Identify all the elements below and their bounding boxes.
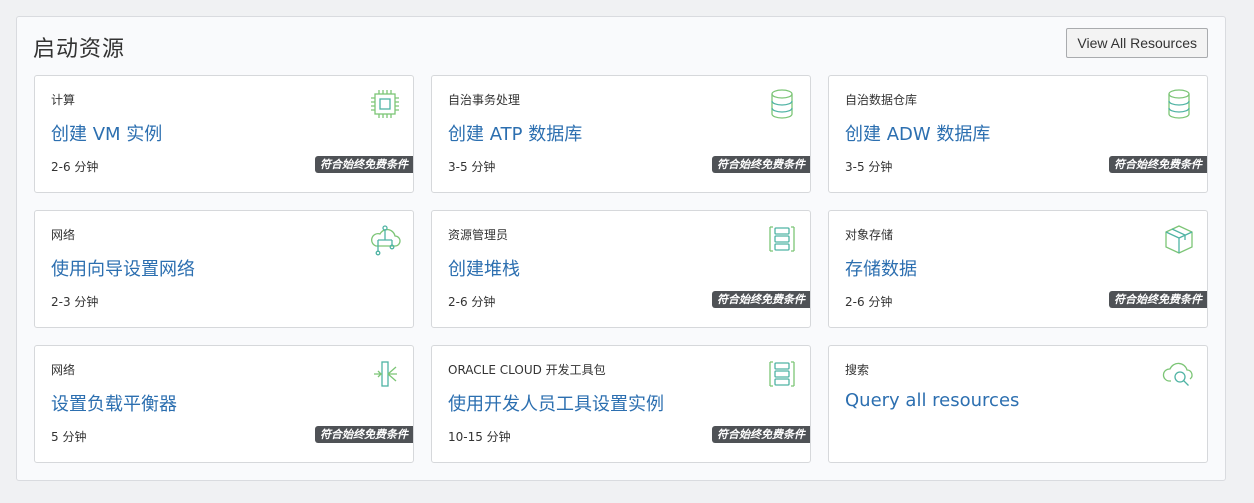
card-time: 5 分钟 xyxy=(51,430,87,444)
card-title-link[interactable]: 设置负载平衡器 xyxy=(51,390,177,416)
card-time: 2-3 分钟 xyxy=(51,295,99,309)
always-free-badge: 符合始终免费条件 xyxy=(315,426,413,443)
card-setup-network-wizard[interactable]: 网络 使用向导设置网络 2-3 分钟 xyxy=(34,210,414,328)
card-create-vm-instance[interactable]: 计算 创建 VM 实例 2-6 分钟 符合始终免费条件 xyxy=(34,75,414,193)
always-free-badge: 符合始终免费条件 xyxy=(712,426,810,443)
network-cloud-icon xyxy=(368,222,402,256)
card-category: 自治事务处理 xyxy=(448,93,521,107)
card-create-atp-database[interactable]: 自治事务处理 创建 ATP 数据库 3-5 分钟 符合始终免费条件 xyxy=(431,75,811,193)
always-free-badge: 符合始终免费条件 xyxy=(315,156,413,173)
view-all-resources-button[interactable]: View All Resources xyxy=(1066,28,1208,58)
card-category: 计算 xyxy=(51,93,76,107)
database-icon xyxy=(1162,87,1196,121)
box-icon xyxy=(1162,222,1196,256)
card-title-link[interactable]: 创建 ATP 数据库 xyxy=(448,120,582,146)
card-category: ORACLE CLOUD 开发工具包 xyxy=(448,363,606,377)
launch-resources-panel: 启动资源 View All Resources 计算 创建 VM 实例 2-6 … xyxy=(16,16,1226,481)
card-title-link[interactable]: 创建 ADW 数据库 xyxy=(845,120,990,146)
panel-title: 启动资源 xyxy=(33,37,126,62)
card-time: 3-5 分钟 xyxy=(448,160,496,174)
card-time: 2-6 分钟 xyxy=(448,295,496,309)
card-create-stack[interactable]: 资源管理员 创建堆栈 2-6 分钟 符合始终免费条件 xyxy=(431,210,811,328)
card-time: 3-5 分钟 xyxy=(845,160,893,174)
database-icon xyxy=(765,87,799,121)
always-free-badge: 符合始终免费条件 xyxy=(1109,291,1207,308)
card-category: 对象存储 xyxy=(845,228,894,242)
card-time: 2-6 分钟 xyxy=(845,295,893,309)
load-balancer-icon xyxy=(368,357,402,391)
card-category: 自治数据仓库 xyxy=(845,93,918,107)
always-free-badge: 符合始终免费条件 xyxy=(1109,156,1207,173)
chip-icon xyxy=(368,87,402,121)
stack-icon xyxy=(765,357,799,391)
card-query-all-resources[interactable]: 搜索 Query all resources xyxy=(828,345,1208,463)
card-setup-dev-tools-instance[interactable]: ORACLE CLOUD 开发工具包 使用开发人员工具设置实例 10-15 分钟… xyxy=(431,345,811,463)
card-title-link[interactable]: 使用开发人员工具设置实例 xyxy=(448,390,664,416)
card-time: 2-6 分钟 xyxy=(51,160,99,174)
card-title-link[interactable]: 创建 VM 实例 xyxy=(51,120,162,146)
card-category: 搜索 xyxy=(845,363,870,377)
card-create-adw-database[interactable]: 自治数据仓库 创建 ADW 数据库 3-5 分钟 符合始终免费条件 xyxy=(828,75,1208,193)
card-title-link[interactable]: 创建堆栈 xyxy=(448,255,520,281)
always-free-badge: 符合始终免费条件 xyxy=(712,156,810,173)
stack-icon xyxy=(765,222,799,256)
card-category: 网络 xyxy=(51,363,76,377)
card-title-link[interactable]: 使用向导设置网络 xyxy=(51,255,195,281)
card-store-data[interactable]: 对象存储 存储数据 2-6 分钟 符合始终免费条件 xyxy=(828,210,1208,328)
card-category: 资源管理员 xyxy=(448,228,509,242)
card-category: 网络 xyxy=(51,228,76,242)
always-free-badge: 符合始终免费条件 xyxy=(712,291,810,308)
card-title-link[interactable]: Query all resources xyxy=(845,390,1019,411)
card-time: 10-15 分钟 xyxy=(448,430,511,444)
card-title-link[interactable]: 存储数据 xyxy=(845,255,917,281)
cloud-search-icon xyxy=(1162,357,1196,391)
card-setup-load-balancer[interactable]: 网络 设置负载平衡器 5 分钟 符合始终免费条件 xyxy=(34,345,414,463)
